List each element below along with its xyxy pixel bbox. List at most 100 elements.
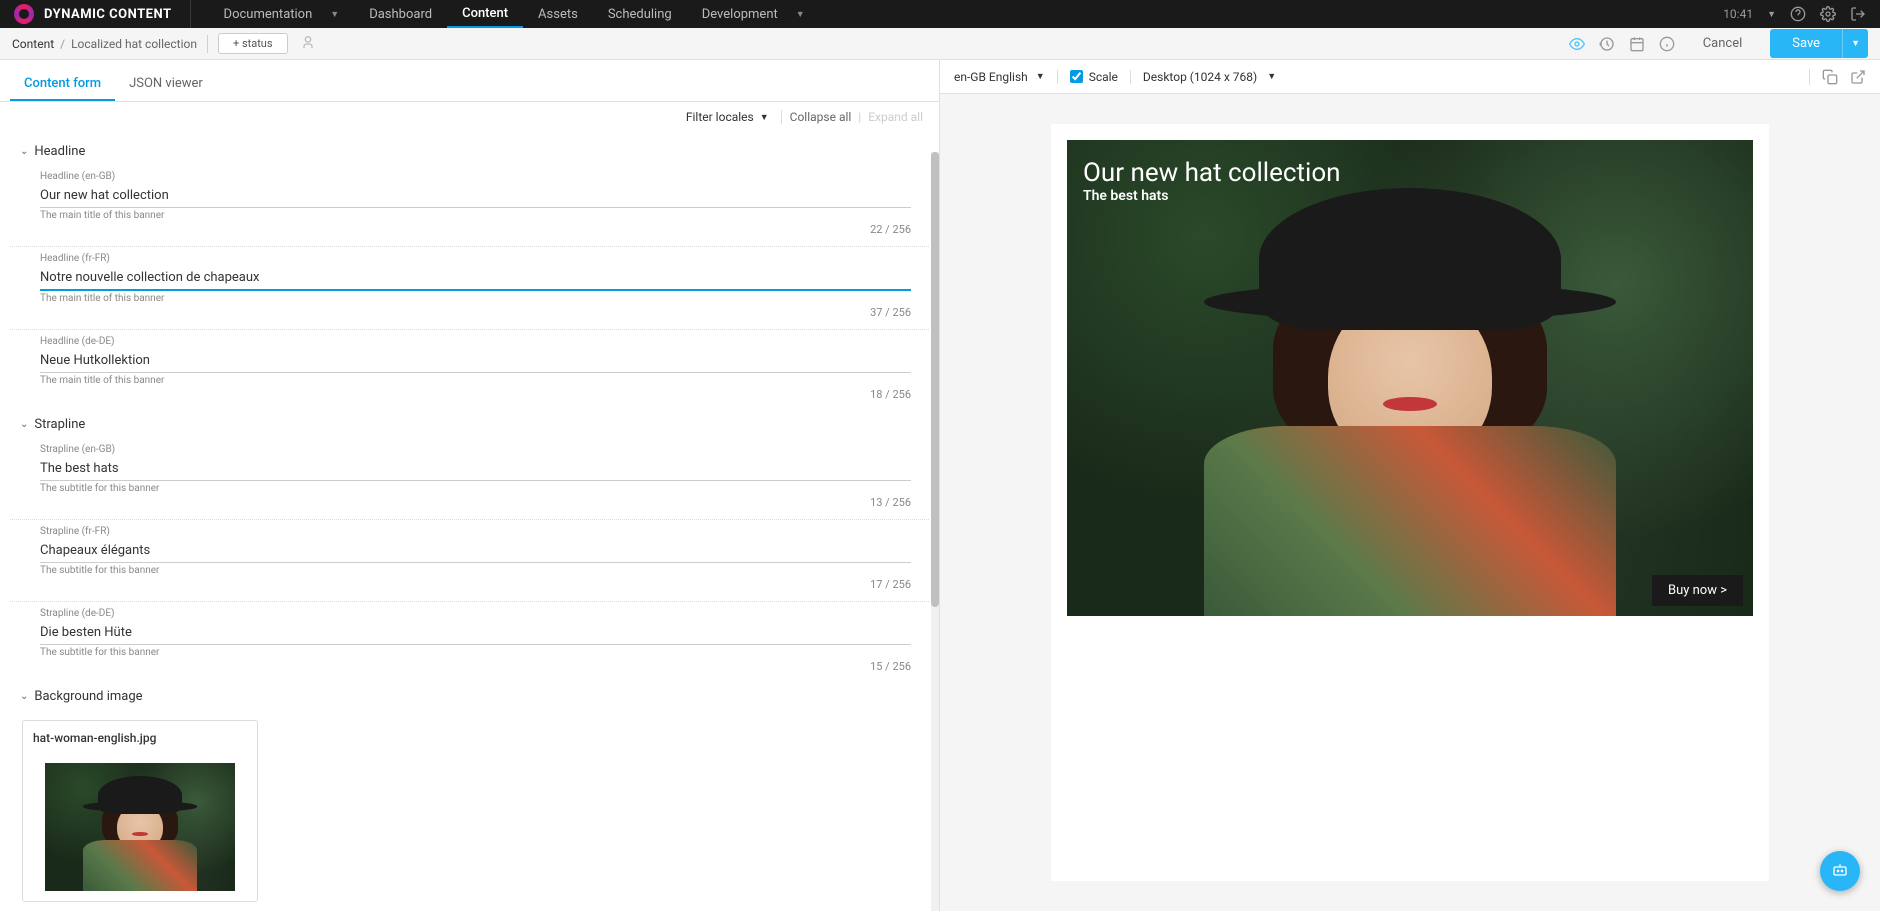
- right-panel: en-GB English▼ Scale Desktop (1024 x 768…: [940, 60, 1880, 911]
- scale-checkbox-input[interactable]: [1070, 70, 1083, 83]
- history-icon[interactable]: [1599, 36, 1615, 52]
- char-count: 13 / 256: [40, 496, 911, 509]
- field-strapline-en: Strapline (en-GB) The subtitle for this …: [40, 444, 911, 509]
- nav-documentation-label: Documentation: [224, 7, 313, 22]
- language-label: en-GB English: [954, 70, 1028, 84]
- save-dropdown-button[interactable]: ▼: [1842, 29, 1868, 58]
- cancel-button[interactable]: Cancel: [1689, 30, 1757, 57]
- section-strapline-toggle[interactable]: ⌄ Strapline: [10, 411, 929, 438]
- collapse-all-button[interactable]: Collapse all: [790, 110, 852, 124]
- field-label: Headline (fr-FR): [40, 253, 911, 264]
- tab-content-form[interactable]: Content form: [10, 68, 115, 101]
- scrollbar[interactable]: [931, 152, 939, 911]
- section-bgimage: ⌄ Background image hat-woman-english.jpg: [10, 683, 929, 902]
- user-icon[interactable]: [300, 34, 316, 54]
- info-icon[interactable]: [1659, 36, 1675, 52]
- calendar-icon[interactable]: [1629, 36, 1645, 52]
- nav-development[interactable]: Development ▼: [687, 0, 820, 28]
- nav-content[interactable]: Content: [447, 0, 523, 28]
- expand-all-button[interactable]: Expand all: [868, 110, 923, 124]
- field-help: The subtitle for this banner: [40, 565, 911, 576]
- form-toolbar: Filter locales▼ Collapse all | Expand al…: [0, 102, 939, 132]
- tab-json-viewer[interactable]: JSON viewer: [115, 68, 217, 101]
- section-headline-toggle[interactable]: ⌄ Headline: [10, 138, 929, 165]
- field-help: The main title of this banner: [40, 375, 911, 386]
- chevron-down-icon: ▼: [330, 9, 339, 20]
- device-dropdown[interactable]: Desktop (1024 x 768) ▼: [1143, 70, 1276, 84]
- sub-bar: Content / Localized hat collection + sta…: [0, 28, 1880, 60]
- nav-dashboard[interactable]: Dashboard: [354, 0, 447, 28]
- chevron-down-icon: ⌄: [20, 691, 28, 702]
- chevron-down-icon: ▼: [796, 9, 805, 20]
- divider: [207, 35, 208, 53]
- brand-name: DYNAMIC CONTENT: [44, 7, 172, 22]
- headline-en-input[interactable]: [40, 184, 911, 208]
- section-title: Headline: [34, 144, 85, 159]
- nav-assets[interactable]: Assets: [523, 0, 593, 28]
- char-count: 37 / 256: [40, 306, 911, 319]
- breadcrumb-sep: /: [60, 37, 65, 51]
- image-thumbnail: [45, 763, 235, 891]
- section-title: Strapline: [34, 417, 85, 432]
- field-label: Strapline (fr-FR): [40, 526, 911, 537]
- add-status-button[interactable]: + status: [218, 33, 288, 54]
- settings-icon[interactable]: [1820, 6, 1836, 22]
- external-link-icon[interactable]: [1850, 69, 1866, 85]
- field-headline-de: Headline (de-DE) The main title of this …: [40, 336, 911, 401]
- field-headline-fr: Headline (fr-FR) The main title of this …: [40, 253, 911, 319]
- preview-page: Our new hat collection The best hats Buy…: [1051, 124, 1769, 881]
- preview-icon[interactable]: [1569, 36, 1585, 52]
- field-separator: [10, 601, 929, 602]
- form-tabs: Content form JSON viewer: [0, 60, 939, 102]
- strapline-de-input[interactable]: [40, 621, 911, 645]
- field-help: The main title of this banner: [40, 210, 911, 221]
- chevron-down-icon: ▼: [760, 112, 769, 123]
- field-label: Strapline (en-GB): [40, 444, 911, 455]
- nav-scheduling[interactable]: Scheduling: [593, 0, 687, 28]
- image-filename: hat-woman-english.jpg: [33, 731, 247, 745]
- collapse-actions: Collapse all | Expand all: [790, 110, 923, 124]
- strapline-en-input[interactable]: [40, 457, 911, 481]
- field-help: The subtitle for this banner: [40, 647, 911, 658]
- preview-toolbar: en-GB English▼ Scale Desktop (1024 x 768…: [940, 60, 1880, 94]
- logo-icon: [14, 4, 34, 24]
- buy-now-button[interactable]: Buy now >: [1652, 575, 1743, 606]
- divider: [190, 0, 191, 28]
- chevron-down-icon: ▼: [1267, 71, 1276, 82]
- language-dropdown[interactable]: en-GB English▼: [954, 70, 1058, 84]
- char-count: 18 / 256: [40, 388, 911, 401]
- field-label: Strapline (de-DE): [40, 608, 911, 619]
- field-separator: [10, 519, 929, 520]
- copy-icon[interactable]: [1822, 69, 1838, 85]
- breadcrumb: Content / Localized hat collection: [12, 37, 197, 51]
- chat-fab[interactable]: [1820, 851, 1860, 891]
- time-display: 10:41: [1723, 7, 1753, 21]
- preview-strapline: The best hats: [1083, 188, 1341, 204]
- chevron-down-icon: ⌄: [20, 146, 28, 157]
- nav-documentation[interactable]: Documentation ▼: [209, 0, 355, 28]
- image-card[interactable]: hat-woman-english.jpg: [22, 720, 258, 902]
- preview-banner: Our new hat collection The best hats Buy…: [1067, 140, 1753, 616]
- device-label: Desktop (1024 x 768): [1143, 70, 1257, 84]
- headline-fr-input[interactable]: [40, 266, 911, 291]
- scale-checkbox[interactable]: Scale: [1070, 70, 1131, 84]
- field-separator: [10, 329, 929, 330]
- field-label: Headline (en-GB): [40, 171, 911, 182]
- save-button[interactable]: Save: [1770, 29, 1842, 58]
- headline-de-input[interactable]: [40, 349, 911, 373]
- scale-label: Scale: [1089, 70, 1118, 84]
- section-bgimage-toggle[interactable]: ⌄ Background image: [10, 683, 929, 710]
- field-help: The main title of this banner: [40, 293, 911, 304]
- strapline-fr-input[interactable]: [40, 539, 911, 563]
- logout-icon[interactable]: [1850, 6, 1866, 22]
- top-bar: DYNAMIC CONTENT Documentation ▼ Dashboard…: [0, 0, 1880, 28]
- field-strapline-de: Strapline (de-DE) The subtitle for this …: [40, 608, 911, 673]
- breadcrumb-root[interactable]: Content: [12, 37, 54, 51]
- filter-locales-dropdown[interactable]: Filter locales▼: [686, 110, 782, 124]
- nav-development-label: Development: [702, 7, 778, 22]
- preview-headline: Our new hat collection: [1083, 158, 1341, 188]
- chevron-down-icon[interactable]: ▼: [1767, 9, 1776, 20]
- help-icon[interactable]: [1790, 6, 1806, 22]
- section-strapline: ⌄ Strapline Strapline (en-GB) The subtit…: [10, 411, 929, 673]
- field-strapline-fr: Strapline (fr-FR) The subtitle for this …: [40, 526, 911, 591]
